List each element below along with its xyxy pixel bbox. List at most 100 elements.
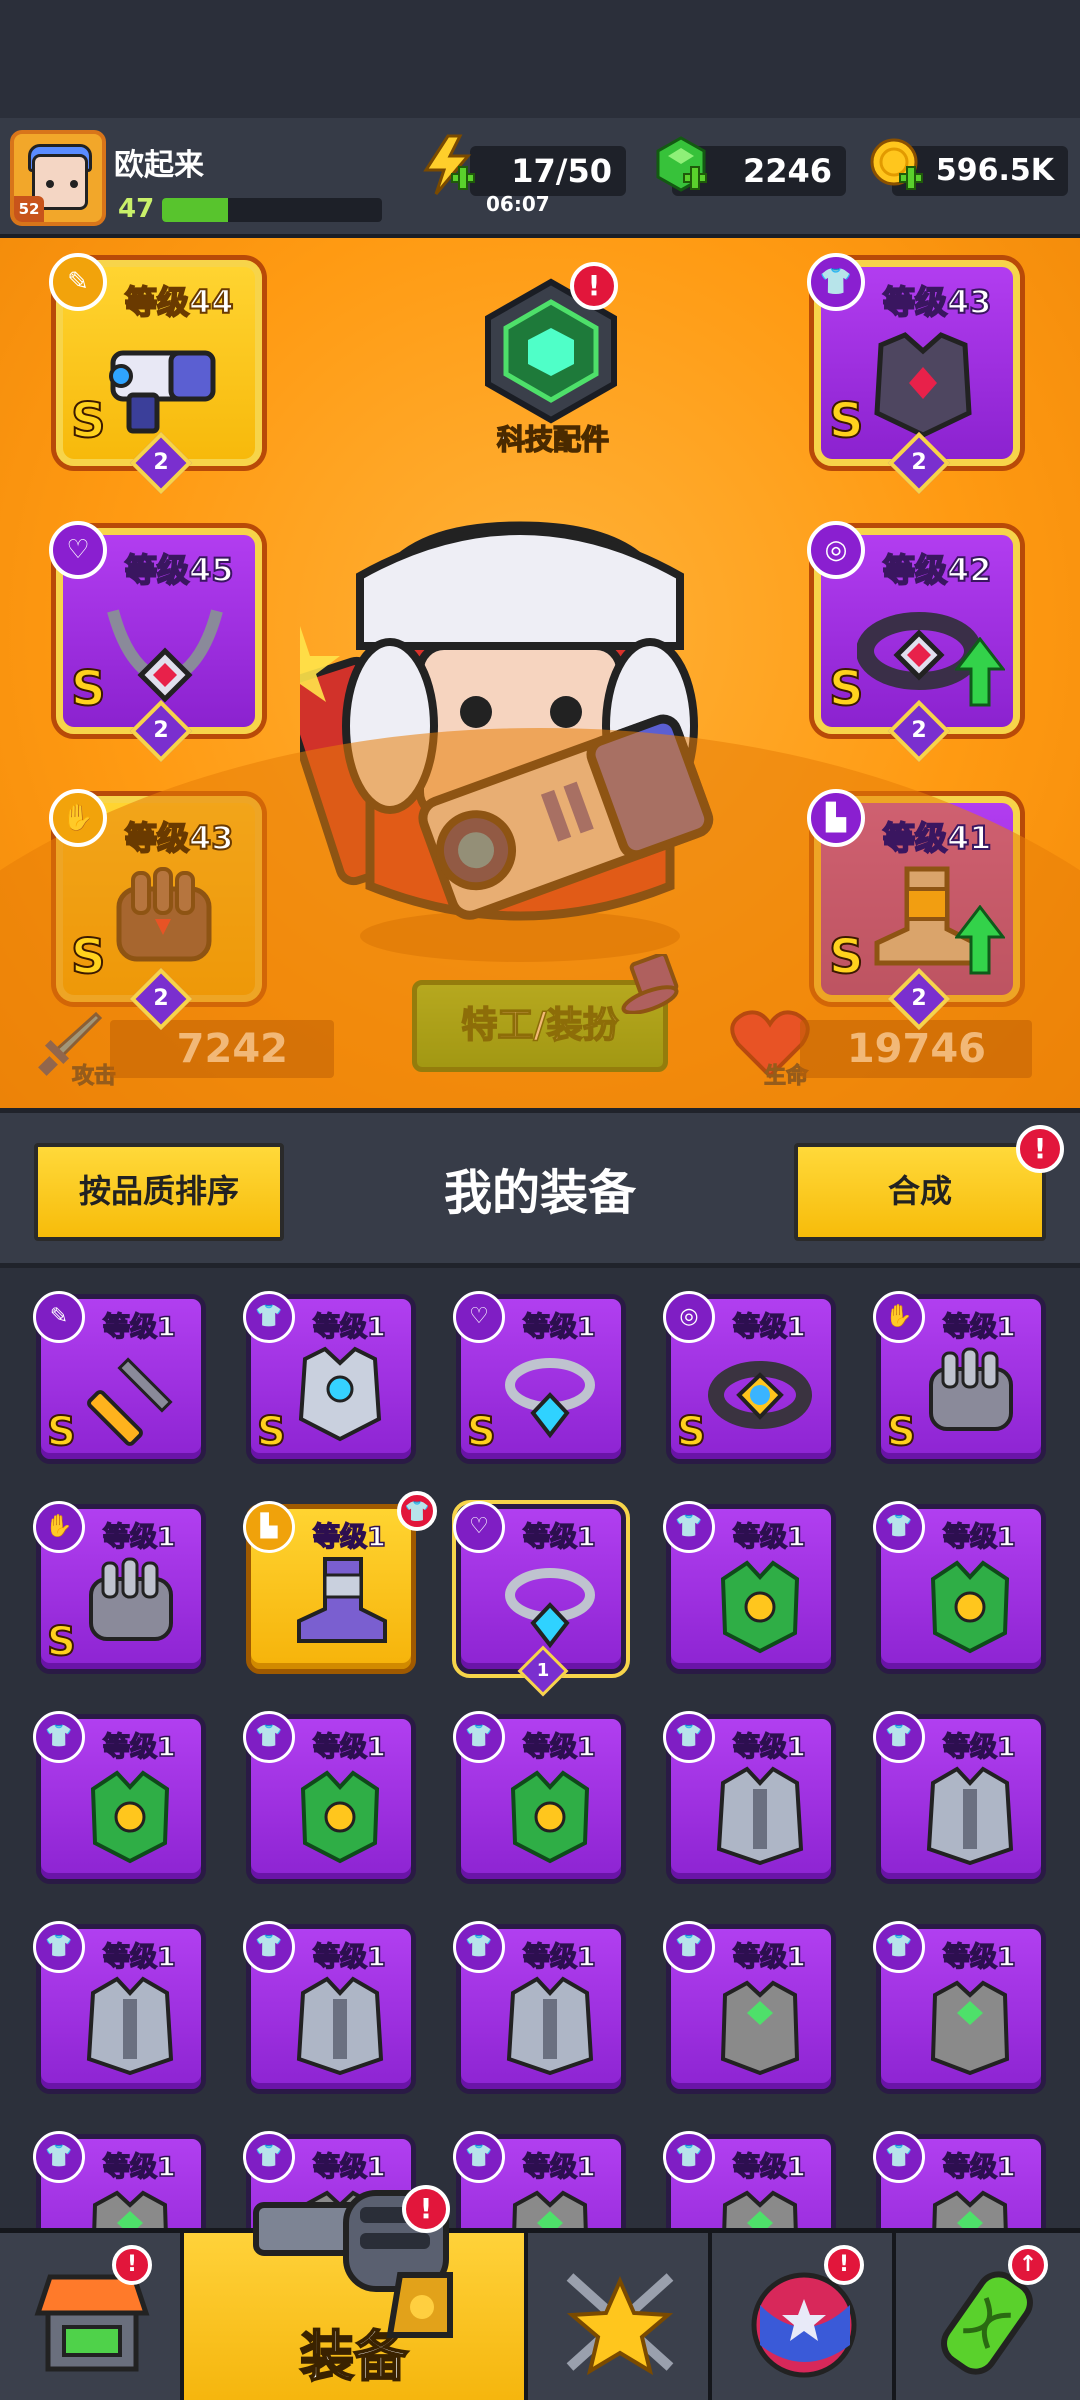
equipment-item[interactable]: 👕 等级1 (663, 1921, 836, 2094)
hp-label: 生命 (763, 1064, 809, 1090)
equipment-item[interactable]: 👕 等级1 (453, 2131, 626, 2228)
equipment-item-level: 等级1 (312, 2151, 386, 2184)
nav-shop-tab[interactable]: ! (0, 2233, 184, 2400)
top-hat-icon (621, 954, 679, 1014)
armor-slot[interactable]: 👕 等级43 S 2 (807, 253, 1020, 495)
equipment-item[interactable]: ◎ 等级1 S (663, 1291, 836, 1464)
armor-item-icon (296, 1976, 384, 2076)
weapon-slot-level: 等级44 (124, 282, 235, 322)
energy-bolt-icon[interactable] (418, 134, 480, 196)
coin-icon[interactable] (866, 134, 928, 196)
tech-alert-badge: ! (570, 262, 618, 310)
equipment-item[interactable]: ✋ 等级1 S (33, 1501, 206, 1674)
equipment-item[interactable]: 👕 等级1 (873, 2131, 1046, 2228)
nav-upgrade-tab[interactable]: ↑ (896, 2233, 1080, 2400)
armor-item-icon (86, 1976, 174, 2076)
equipment-item[interactable]: 👕 等级1 S (243, 1291, 416, 1464)
boots-slot[interactable]: ▙ 等级41 S 2 (807, 789, 1020, 1031)
gloves-slot-grade: S (70, 928, 107, 986)
equipment-item-level: 等级1 (522, 1311, 596, 1344)
gloves-slot[interactable]: ✋ 等级43 S 2 (49, 789, 262, 1031)
equipment-item[interactable]: 👕 等级1 (873, 1921, 1046, 2094)
player-level: 47 (118, 194, 155, 224)
armor-item-icon (298, 1346, 382, 1442)
upgrade-arrow-icon (955, 905, 1005, 975)
equipment-item[interactable]: 👕 等级1 (243, 1921, 416, 2094)
armor-item-icon (720, 1560, 800, 1654)
hp-value: 19746 (800, 1020, 1032, 1078)
upgrade-arrow-icon (955, 637, 1005, 707)
armor-item-icon (510, 1770, 590, 1864)
gloves-item-icon (89, 1557, 173, 1641)
equipment-item-level: 等级1 (732, 1731, 806, 1764)
equipment-item-level: 等级1 (312, 1521, 386, 1554)
equipment-item-level: 等级1 (102, 2151, 176, 2184)
avatar-level-badge: 52 (14, 196, 44, 222)
agent-costume-button[interactable]: 特工/装扮 (412, 980, 668, 1072)
armor-type-icon: 👕 (453, 2131, 505, 2183)
shop-alert-badge: ! (112, 2245, 152, 2285)
equipment-item[interactable]: 👕 等级1 (453, 1921, 626, 2094)
armor-slot-icon: 👕 (807, 253, 865, 311)
merge-button[interactable]: 合成 (794, 1143, 1046, 1241)
equipment-item[interactable]: 👕 等级1 (663, 1501, 836, 1674)
tech-parts-label[interactable]: 科技配件 (478, 418, 628, 458)
equipment-item-level: 等级1 (942, 2151, 1016, 2184)
armor-type-icon: 👕 (453, 1711, 505, 1763)
equipment-item-level: 等级1 (312, 1731, 386, 1764)
equipment-item[interactable]: 👕 等级1 (33, 1711, 206, 1884)
necklace-slot[interactable]: ♡ 等级45 S 2 (49, 521, 262, 763)
equipment-item[interactable]: 👕 等级1 (33, 1921, 206, 2094)
equipment-item[interactable]: ✎ 等级1 S (33, 1291, 206, 1464)
equipment-item-level: 等级1 (102, 1941, 176, 1974)
equipment-grid: ✎ 等级1 S 👕 等级1 S ♡ 等级1 S ◎ 等级1 S ✋ 等级1 S ✋ 等级1 S ▙ 等级1 👕 ♡ 等级1 1… (0, 1268, 1080, 2228)
armor-item-icon (930, 1560, 1010, 1654)
equipment-item[interactable]: ✋ 等级1 S (873, 1291, 1046, 1464)
equipment-item[interactable]: 👕 等级1 (663, 1711, 836, 1884)
equipment-item-level: 等级1 (942, 1731, 1016, 1764)
belt-type-icon: ◎ (663, 1291, 715, 1343)
equipment-item-level: 等级1 (942, 1521, 1016, 1554)
nav-events-tab[interactable]: ! (712, 2233, 896, 2400)
equipment-item[interactable]: 👕 等级1 (243, 1711, 416, 1884)
equipment-item[interactable]: 👕 等级1 (663, 2131, 836, 2228)
armor-type-icon: 👕 (243, 1291, 295, 1343)
equipment-item[interactable]: ♡ 等级1 1 (452, 1500, 630, 1697)
equipment-item[interactable]: 👕 等级1 (453, 1711, 626, 1884)
equipment-item-level: 等级1 (102, 1731, 176, 1764)
equipment-alert-badge: ! (402, 2185, 450, 2233)
events-alert-badge: ! (824, 2245, 864, 2285)
sort-by-quality-button[interactable]: 按品质排序 (34, 1143, 284, 1241)
armor-type-icon: 👕 (453, 1921, 505, 1973)
armor-type-icon: 👕 (243, 1711, 295, 1763)
equipment-item[interactable]: 👕 等级1 (33, 2131, 206, 2228)
equipment-item[interactable]: 👕 等级1 (873, 1501, 1046, 1674)
equipment-item-level: 等级1 (522, 1521, 596, 1554)
merge-alert-badge: ! (1016, 1125, 1064, 1173)
armor-item-icon (716, 1766, 804, 1866)
gloves-slot-level: 等级43 (124, 818, 235, 858)
equipment-item[interactable]: ♡ 等级1 S (453, 1291, 626, 1464)
equipment-item-level: 等级1 (312, 1311, 386, 1344)
gloves-type-icon: ✋ (33, 1501, 85, 1553)
equipment-item[interactable]: 👕 等级1 (873, 1711, 1046, 1884)
armor-type-icon: 👕 (33, 2131, 85, 2183)
belt-slot[interactable]: ◎ 等级42 S 2 (807, 521, 1020, 763)
gloves-icon (116, 867, 212, 962)
equipment-item[interactable]: ▙ 等级1 👕 (243, 1491, 437, 1674)
boots-type-icon: ▙ (243, 1501, 295, 1553)
nav-talent-tab[interactable] (528, 2233, 712, 2400)
weapon-slot[interactable]: ✎ 等级44 S 2 (49, 253, 262, 495)
player-avatar[interactable]: 52 (10, 130, 106, 226)
necklace-slot-grade: S (70, 660, 107, 718)
weapon-slot-grade: S (70, 392, 107, 450)
necklace-item-icon (505, 1568, 595, 1649)
necklace-slot-level: 等级45 (124, 550, 235, 590)
armor-item-icon (930, 1980, 1010, 2076)
armor-item-icon (720, 1980, 800, 2076)
necklace-type-icon: ♡ (453, 1501, 505, 1553)
ball-stars-icon (751, 2272, 857, 2378)
boots-slot-level: 等级41 (882, 818, 993, 858)
equipment-item-level: 等级1 (522, 1731, 596, 1764)
gem-icon[interactable] (650, 134, 712, 196)
